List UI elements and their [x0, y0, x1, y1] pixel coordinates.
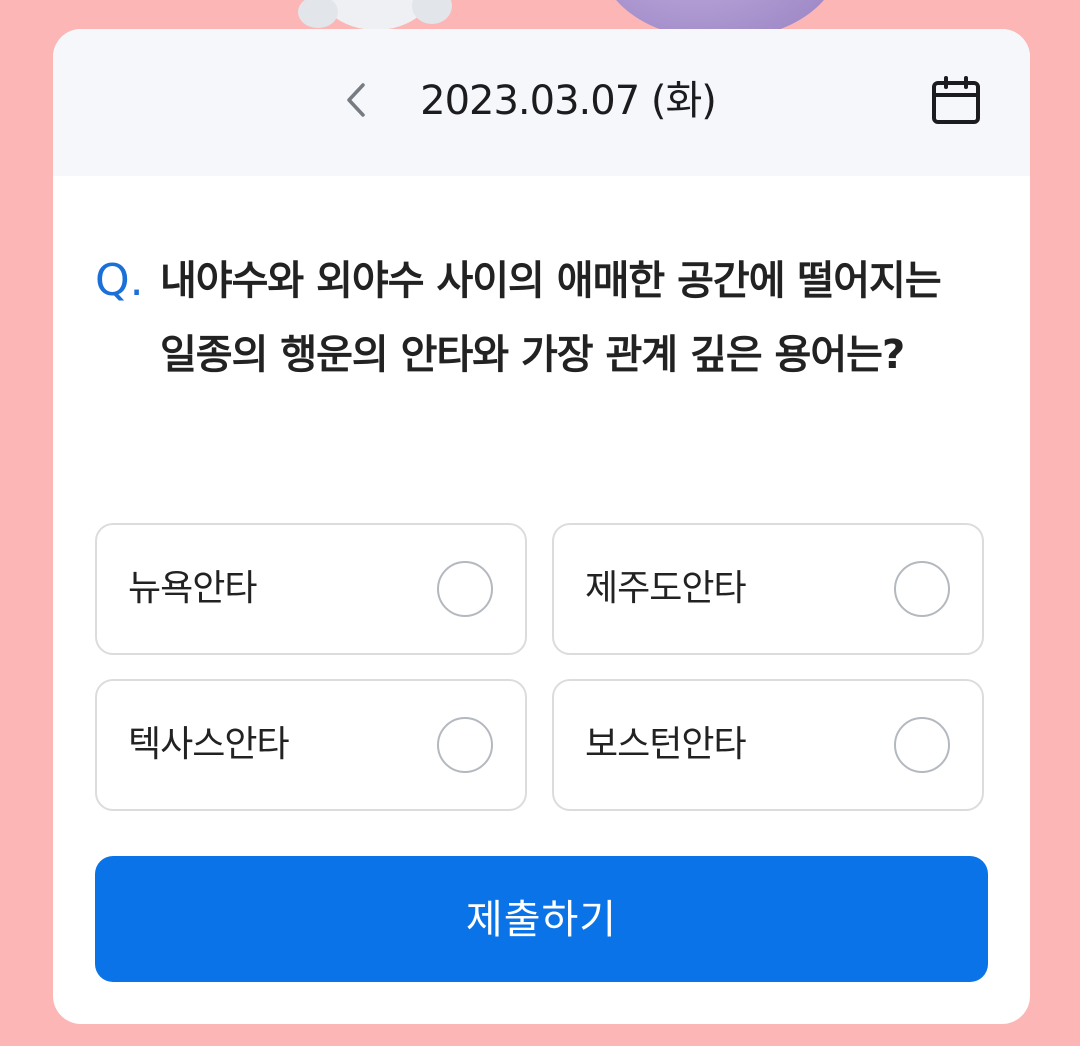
radio-circle-icon[interactable]: [894, 561, 950, 617]
calendar-icon: [931, 76, 981, 130]
answer-option-4[interactable]: 보스턴안타: [552, 679, 984, 811]
calendar-button[interactable]: [926, 73, 986, 133]
radio-circle-icon[interactable]: [437, 561, 493, 617]
answer-option-2[interactable]: 제주도안타: [552, 523, 984, 655]
current-date: 2023.03.07 (화): [420, 78, 717, 124]
radio-circle-icon[interactable]: [437, 717, 493, 773]
date-bar: 2023.03.07 (화): [53, 29, 1030, 176]
answer-option-1[interactable]: 뉴욕안타: [95, 523, 527, 655]
quiz-card: 2023.03.07 (화) Q. 내야수와 외야수 사이의 애매한 공간에 떨…: [53, 29, 1030, 1024]
submit-button[interactable]: 제출하기: [95, 856, 988, 982]
answer-option-label: 제주도안타: [585, 568, 747, 609]
question-text: 내야수와 외야수 사이의 애매한 공간에 떨어지는 일종의 행운의 안타와 가장…: [160, 258, 942, 378]
quiz-question: Q. 내야수와 외야수 사이의 애매한 공간에 떨어지는 일종의 행운의 안타와…: [95, 244, 995, 392]
radio-circle-icon[interactable]: [894, 717, 950, 773]
answer-option-3[interactable]: 텍사스안타: [95, 679, 527, 811]
chevron-left-icon: [346, 83, 366, 121]
answer-option-label: 뉴욕안타: [128, 568, 257, 609]
answer-option-label: 텍사스안타: [128, 724, 290, 765]
prev-date-button[interactable]: [336, 79, 376, 125]
answer-option-label: 보스턴안타: [585, 724, 747, 765]
question-prefix: Q.: [95, 255, 144, 306]
